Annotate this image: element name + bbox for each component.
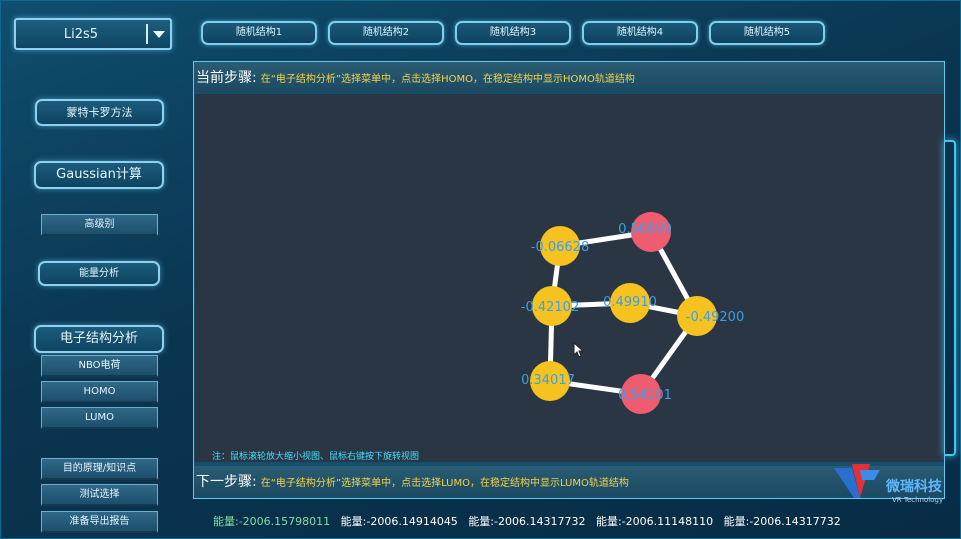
energy-analysis-button[interactable]: 能量分析 (38, 261, 160, 286)
energy-value-1: 能量:-2006.15798011 (213, 515, 331, 528)
atom-charge-label: 0.49910 (603, 295, 657, 310)
atom-charge-label: 0.50899 (618, 222, 672, 237)
brand-name: 微瑞科技 (886, 479, 942, 495)
monte-carlo-button[interactable]: 蒙特卡罗方法 (35, 99, 164, 126)
electronic-structure-button[interactable]: 电子结构分析 (34, 325, 164, 353)
tab-random-structure-4[interactable]: 随机结构4 (582, 21, 698, 45)
molecule-viewer[interactable]: -0.06628 0.50899 -0.42102 0.49910 -0.49200 0.… (195, 94, 944, 462)
viewer-hint: 注：鼠标滚轮放大缩小视图、鼠标右键按下旋转视图 (212, 452, 420, 462)
energy-value-4: 能量:-2006.11148110 (595, 515, 714, 528)
export-report-button[interactable]: 准备导出报告 (41, 511, 158, 533)
test-select-button[interactable]: 测试选择 (41, 484, 158, 506)
next-step-text: 在“电子结构分析”选择菜单中，点击选择LUMO，在稳定结构中显示LUMO轨道结构 (260, 477, 629, 489)
homo-button[interactable]: HOMO (41, 381, 158, 403)
lumo-button[interactable]: LUMO (41, 407, 158, 429)
energy-value-2: 能量:-2006.14914045 (340, 515, 458, 528)
energy-value-5: 能量:-2006.14317732 (723, 515, 841, 528)
molecule-select[interactable]: Li2s5 (14, 18, 172, 50)
chevron-down-icon[interactable] (148, 20, 170, 48)
atom-charge-label: 0.34017 (521, 373, 575, 388)
molecule-svg[interactable]: -0.06628 0.50899 -0.42102 0.49910 -0.49200 0.… (195, 94, 944, 462)
atom-charge-label: 0.54101 (618, 388, 672, 403)
next-step-label: 下一步骤: (196, 474, 257, 490)
atom-charge-label: -0.42102 (521, 300, 579, 315)
tab-random-structure-5[interactable]: 随机结构5 (709, 21, 825, 45)
atom-charge-label: -0.49200 (686, 310, 744, 325)
panel-side-handle (944, 140, 956, 456)
logo-mark-icon (834, 464, 880, 498)
advanced-level-button[interactable]: 高级别 (41, 214, 158, 236)
tab-random-structure-1[interactable]: 随机结构1 (201, 21, 317, 45)
current-step-bar: 当前步骤: 在“电子结构分析”选择菜单中，点击选择HOMO，在稳定结构中显示HO… (194, 62, 944, 92)
nbo-charge-button[interactable]: NBO电荷 (41, 355, 158, 377)
tab-random-structure-3[interactable]: 随机结构3 (455, 21, 571, 45)
current-step-text: 在“电子结构分析”选择菜单中，点击选择HOMO，在稳定结构中显示HOMO轨道结构 (260, 73, 635, 85)
gaussian-button[interactable]: Gaussian计算 (34, 161, 164, 189)
tab-random-structure-2[interactable]: 随机结构2 (328, 21, 444, 45)
atom-charge-label: -0.06628 (531, 240, 589, 255)
brand-subtitle: VR Technology (892, 496, 944, 504)
principles-button[interactable]: 目的原理/知识点 (41, 458, 158, 480)
energy-readouts: 能量:-2006.15798011 能量:-2006.14914045 能量:-… (213, 513, 848, 529)
molecule-select-value: Li2s5 (63, 26, 99, 42)
current-step-label: 当前步骤: (196, 70, 257, 86)
mouse-pointer-icon (573, 342, 585, 358)
brand-logo: 微瑞科技 VR Technology (830, 458, 960, 508)
energy-value-3: 能量:-2006.14317732 (468, 515, 586, 528)
